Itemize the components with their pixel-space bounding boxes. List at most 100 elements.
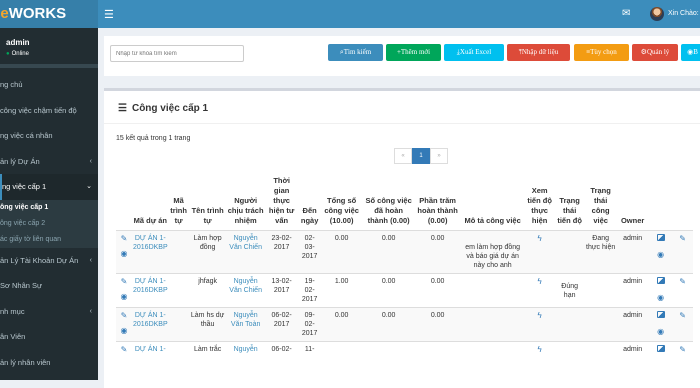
cell-view-progress[interactable]: ϟ: [524, 341, 555, 358]
edit-icon[interactable]: ✎: [674, 311, 692, 320]
col-progress-status[interactable]: Trạng thái tiến độ: [555, 175, 585, 231]
main-content: ⌕Tìm kiếm +Thêm mới ⤓Xuất Excel ⤒Nhập dữ…: [98, 28, 700, 388]
sidebar-item-label: công việc chậm tiến độ: [0, 105, 77, 115]
col-seq-code[interactable]: Mã trình tự: [169, 175, 189, 231]
col-percent[interactable]: Phần trăm hoàn thành (0.00): [415, 175, 461, 231]
sidebar-item-project-management[interactable]: ản lý Dự Án ‹: [0, 149, 98, 175]
cell-description: [460, 341, 525, 358]
table-header-row: Mã dự án Mã trình tự Tên trình tự Người …: [116, 175, 693, 231]
row-edit: ✎: [672, 341, 693, 358]
cell-responsible[interactable]: Nguyễn: [226, 341, 265, 358]
cell-project[interactable]: DỰ ÁN 1-2016DKBP: [132, 273, 169, 308]
cell-view-progress[interactable]: ϟ: [524, 307, 555, 342]
manage-button[interactable]: ⚙Quản lý: [632, 44, 678, 61]
edit-icon[interactable]: ✎: [674, 345, 692, 354]
sidebar-item-hr-records[interactable]: Sơ Nhân Sự: [0, 273, 98, 299]
edit-icon[interactable]: ✎: [117, 277, 131, 286]
bolt-icon[interactable]: ϟ: [538, 345, 542, 354]
avatar[interactable]: [650, 7, 664, 21]
pagination: « 1 »: [394, 148, 448, 164]
cell-project[interactable]: DỰ ÁN 1-2016DKBP: [132, 230, 169, 274]
cell-view-progress[interactable]: ϟ: [524, 230, 555, 274]
cell-responsible[interactable]: Nguyễn Văn Chiến: [226, 230, 265, 274]
sidebar-item-employee-management[interactable]: ản lý nhân viên: [0, 350, 98, 376]
cell-seq-code: [168, 273, 189, 308]
bolt-icon[interactable]: ϟ: [538, 277, 542, 286]
button-label: Xuất Excel: [459, 48, 492, 56]
cell-responsible[interactable]: Nguyễn Văn Toàn: [226, 307, 265, 342]
image-icon[interactable]: [656, 311, 665, 318]
sidebar-item-label: nh mục: [0, 306, 25, 316]
col-total[interactable]: Tổng số công việc (10.00): [321, 175, 363, 231]
app-logo[interactable]: ceWORKS: [0, 0, 98, 28]
edit-icon[interactable]: ✎: [674, 234, 692, 243]
eye-icon[interactable]: ◉: [117, 326, 131, 335]
cell-progress-status: [554, 307, 585, 342]
image-icon[interactable]: [656, 277, 665, 284]
mail-icon[interactable]: ✉: [622, 8, 630, 19]
sidebar-subitem-level2[interactable]: ông việc cấp 2: [0, 216, 98, 232]
chevron-left-icon: ‹: [89, 307, 92, 315]
col-description[interactable]: Mô tả công việc: [461, 175, 525, 231]
cell-description: [460, 273, 525, 308]
eye-icon[interactable]: ◉: [117, 292, 131, 301]
greeting-text[interactable]: Xin Chào:: [668, 10, 699, 17]
edit-icon[interactable]: ✎: [674, 277, 692, 286]
row-edit: ✎: [672, 273, 693, 308]
pager-page-1[interactable]: 1: [412, 148, 430, 164]
sidebar-item-home[interactable]: ng chủ: [0, 72, 98, 98]
cell-percent: 0.00: [414, 307, 461, 342]
eye-icon[interactable]: ◉: [650, 327, 672, 336]
cell-total: 0.00: [320, 230, 363, 274]
image-icon[interactable]: [656, 234, 665, 241]
box-title: ☰ Công việc cấp 1: [118, 103, 208, 114]
sidebar-item-employees[interactable]: ân Viên: [0, 324, 98, 350]
cell-project[interactable]: DỰ ÁN 1-: [132, 341, 169, 358]
import-data-button[interactable]: ⤒Nhập dữ liệu: [507, 44, 570, 61]
eye-icon[interactable]: ◉: [650, 250, 672, 259]
cell-work-status: [584, 273, 617, 308]
col-seq-name[interactable]: Tên trình tự: [189, 175, 227, 231]
pager-next[interactable]: »: [430, 148, 448, 164]
image-icon[interactable]: [656, 345, 665, 352]
cell-progress-status: [554, 230, 585, 274]
search-input[interactable]: [110, 45, 244, 62]
sidebar-item-categories[interactable]: nh mục ‹: [0, 299, 98, 325]
more-button[interactable]: ◉B: [681, 44, 700, 61]
col-project-code[interactable]: Mã dự án: [132, 175, 169, 231]
col-responsible[interactable]: Người chịu trách nhiệm: [227, 175, 265, 231]
cell-project[interactable]: DỰ ÁN 1-2016DKBP: [132, 307, 169, 342]
eye-icon[interactable]: ◉: [117, 249, 131, 258]
export-excel-button[interactable]: ⤓Xuất Excel: [444, 44, 504, 61]
bolt-icon[interactable]: ϟ: [538, 234, 542, 243]
sidebar-item-level1-tasks[interactable]: ng việc cấp 1 ⌄: [0, 174, 98, 200]
sidebar-toggle-icon[interactable]: ☰: [104, 8, 114, 21]
row-actions: ✎: [116, 341, 132, 358]
col-view-progress[interactable]: Xem tiến độ thực hiện: [525, 175, 555, 231]
sidebar-item-late-tasks[interactable]: công việc chậm tiến độ: [0, 98, 98, 124]
edit-icon[interactable]: ✎: [117, 345, 131, 354]
col-owner[interactable]: Owner: [617, 175, 649, 231]
eye-icon[interactable]: ◉: [650, 293, 672, 302]
divider: [104, 123, 700, 124]
col-work-status[interactable]: Trạng thái công việc: [585, 175, 617, 231]
pager-prev[interactable]: «: [394, 148, 412, 164]
options-button[interactable]: ≡Tùy chọn: [574, 44, 629, 61]
search-button[interactable]: ⌕Tìm kiếm: [328, 44, 383, 61]
bolt-icon[interactable]: ϟ: [538, 311, 542, 320]
edit-icon[interactable]: ✎: [117, 234, 131, 243]
sidebar-subitem-level1[interactable]: ông việc cấp 1: [0, 200, 98, 216]
cell-view-progress[interactable]: ϟ: [524, 273, 555, 308]
col-done[interactable]: Số công việc đã hoàn thành (0.00): [363, 175, 415, 231]
edit-icon[interactable]: ✎: [117, 311, 131, 320]
sidebar-subitem-documents[interactable]: ác giấy tờ liên quan: [0, 232, 98, 248]
sidebar-item-personal-tasks[interactable]: ng việc cá nhân: [0, 123, 98, 149]
sidebar-item-project-accounts[interactable]: ản Lý Tài Khoản Dự Án ‹: [0, 248, 98, 274]
cell-responsible[interactable]: Nguyễn Văn Chiến: [226, 273, 265, 308]
row-edit: ✎: [672, 230, 693, 274]
col-end-date[interactable]: Đến ngày: [299, 175, 321, 231]
col-start-date[interactable]: Thời gian thực hiện tư vấn: [265, 175, 299, 231]
cell-seq-code: [168, 307, 189, 342]
add-new-button[interactable]: +Thêm mới: [386, 44, 441, 61]
cell-done: 0.00: [362, 230, 415, 274]
